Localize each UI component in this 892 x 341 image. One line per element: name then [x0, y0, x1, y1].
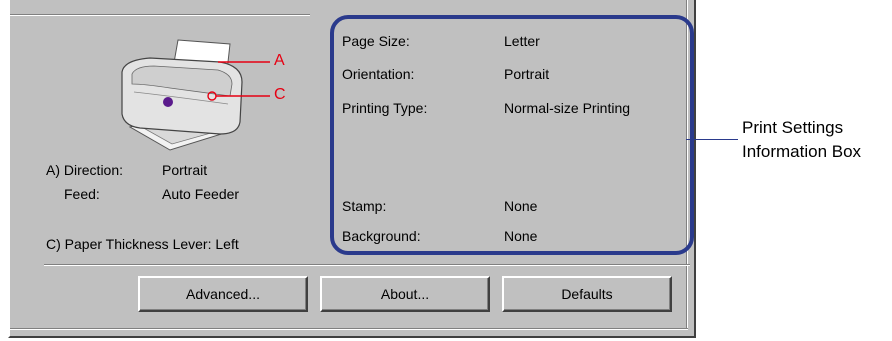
page-size-value: Letter: [504, 33, 540, 49]
direction-value: Portrait: [162, 162, 208, 178]
dialog-frame-edge: [10, 328, 688, 330]
background-value: None: [504, 228, 538, 244]
callout-a-label: A: [274, 52, 285, 69]
stamp-value: None: [504, 198, 538, 214]
printing-type-value: Normal-size Printing: [504, 100, 631, 116]
about-button[interactable]: About...: [320, 276, 490, 312]
printing-type-label: Printing Type:: [342, 100, 428, 116]
page-size-label: Page Size:: [342, 33, 410, 49]
feed-value: Auto Feeder: [162, 186, 240, 202]
feed-label: Feed:: [64, 186, 100, 202]
orientation-value: Portrait: [504, 66, 550, 82]
advanced-button[interactable]: Advanced...: [138, 276, 308, 312]
annotation-leader-line: [686, 139, 738, 140]
direction-label: A) Direction:: [46, 162, 124, 178]
print-settings-info-box: [330, 15, 694, 255]
callout-c-label: C: [274, 86, 286, 103]
defaults-button[interactable]: Defaults: [502, 276, 672, 312]
annotation-line-1: Print Settings: [742, 118, 844, 137]
print-settings-dialog: A C A) Direction: Portrait Feed: Auto Fe…: [8, 0, 696, 338]
orientation-label: Orientation:: [342, 66, 415, 82]
top-separator: [10, 14, 310, 16]
background-label: Background:: [342, 228, 421, 244]
stamp-label: Stamp:: [342, 198, 387, 214]
button-separator: [44, 264, 690, 266]
annotation-line-2: Information Box: [742, 142, 862, 161]
paper-thickness-text: C) Paper Thickness Lever: Left: [46, 236, 239, 252]
